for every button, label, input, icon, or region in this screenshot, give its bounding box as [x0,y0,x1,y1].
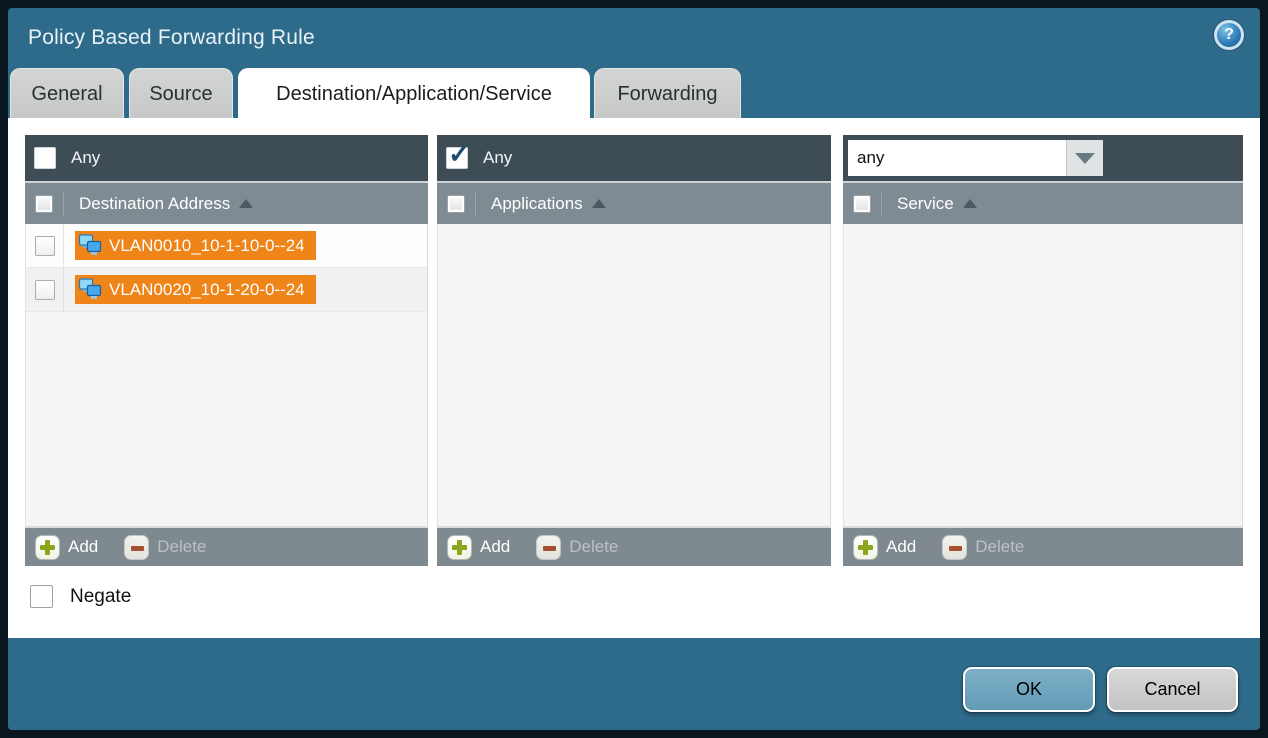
destination-list: VLAN0010_10-1-10-0--24 VLAN [25,224,428,526]
tab-forwarding[interactable]: Forwarding [594,68,741,118]
sort-ascending-icon [239,199,253,208]
destination-row-vlan0020[interactable]: VLAN0020_10-1-20-0--24 [26,268,427,312]
screen: Policy Based Forwarding Rule ? General S… [0,0,1268,738]
applications-panel: ✓ Any Applications Add [437,135,831,566]
negate-label: Negate [70,586,131,608]
service-panel: any Service [843,135,1243,566]
delete-minus-icon [536,535,561,560]
sort-ascending-icon [592,199,606,208]
header-divider [63,191,64,217]
add-plus-icon [447,535,472,560]
destination-address-panel: Any Destination Address [25,135,428,566]
tab-bar: General Source Destination/Application/S… [10,68,741,118]
address-object-label: VLAN0010_10-1-10-0--24 [109,236,305,256]
negate-checkbox[interactable] [30,585,53,608]
checkmark-icon: ✓ [448,141,471,168]
network-address-icon [78,278,103,301]
negate-option: Negate [30,585,131,608]
add-button-label: Add [480,537,510,557]
tab-source[interactable]: Source [129,68,233,118]
destination-any-checkbox[interactable] [34,147,56,169]
row-checkbox[interactable] [35,280,55,300]
applications-any-label: Any [483,148,512,168]
service-dropdown-button[interactable] [1066,140,1103,176]
applications-footer-bar: Add Delete [437,526,831,566]
service-dropdown-value[interactable]: any [848,140,1066,176]
destination-any-bar: Any [25,135,428,181]
destination-any-label: Any [71,148,100,168]
service-sort-control[interactable]: Service [897,194,977,214]
sort-ascending-icon [963,199,977,208]
service-column-header: Service [843,181,1243,224]
add-plus-icon [35,535,60,560]
service-dropdown-bar: any [843,135,1243,181]
delete-minus-icon [942,535,967,560]
dropdown-arrow-icon [1075,153,1095,164]
add-button-label: Add [886,537,916,557]
service-header-label: Service [897,194,954,214]
applications-select-all-checkbox[interactable] [447,195,465,213]
destination-sort-control[interactable]: Destination Address [79,194,253,214]
applications-delete-button[interactable]: Delete [536,535,618,560]
cancel-button[interactable]: Cancel [1107,667,1238,712]
destination-row-vlan0010[interactable]: VLAN0010_10-1-10-0--24 [26,224,427,268]
delete-button-label: Delete [975,537,1024,557]
service-footer-bar: Add Delete [843,526,1243,566]
service-delete-button[interactable]: Delete [942,535,1024,560]
header-divider [881,191,882,217]
tab-destination-application-service[interactable]: Destination/Application/Service [238,68,590,118]
tab-general[interactable]: General [10,68,124,118]
applications-sort-control[interactable]: Applications [491,194,606,214]
row-checkbox[interactable] [35,236,55,256]
help-icon[interactable]: ? [1214,20,1244,50]
ok-button[interactable]: OK [963,667,1095,712]
destination-footer-bar: Add Delete [25,526,428,566]
add-button-label: Add [68,537,98,557]
applications-list [437,224,831,526]
dialog-title: Policy Based Forwarding Rule [28,8,315,68]
destination-delete-button[interactable]: Delete [124,535,206,560]
network-address-icon [78,234,103,257]
applications-column-header: Applications [437,181,831,224]
destination-column-header: Destination Address [25,181,428,224]
destination-header-label: Destination Address [79,194,230,214]
address-object-label: VLAN0020_10-1-20-0--24 [109,280,305,300]
add-plus-icon [853,535,878,560]
delete-button-label: Delete [157,537,206,557]
applications-any-checkbox[interactable]: ✓ [446,147,468,169]
service-select-all-checkbox[interactable] [853,195,871,213]
header-divider [475,191,476,217]
delete-button-label: Delete [569,537,618,557]
applications-header-label: Applications [491,194,583,214]
address-object-chip[interactable]: VLAN0010_10-1-10-0--24 [75,231,316,260]
destination-add-button[interactable]: Add [35,535,98,560]
address-object-chip[interactable]: VLAN0020_10-1-20-0--24 [75,275,316,304]
applications-add-button[interactable]: Add [447,535,510,560]
title-bar: Policy Based Forwarding Rule ? [8,8,1260,68]
service-add-button[interactable]: Add [853,535,916,560]
service-list [843,224,1243,526]
policy-based-forwarding-rule-dialog: Policy Based Forwarding Rule ? General S… [8,8,1260,730]
destination-select-all-checkbox[interactable] [35,195,53,213]
tab-content-panel: Any Destination Address [8,118,1260,638]
service-dropdown: any [848,140,1103,176]
applications-any-bar: ✓ Any [437,135,831,181]
delete-minus-icon [124,535,149,560]
